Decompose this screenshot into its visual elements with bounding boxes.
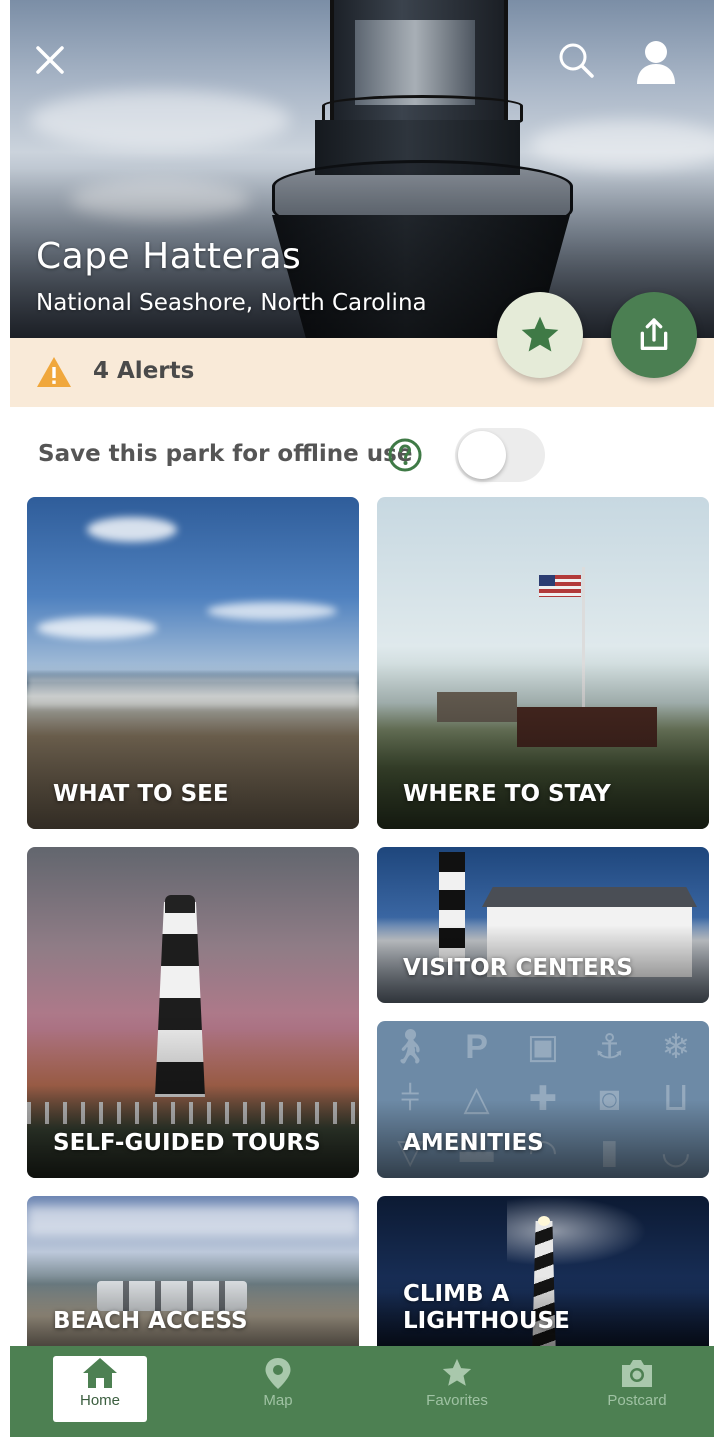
- tile-label: CLIMB A LIGHTHOUSE: [403, 1281, 570, 1336]
- toggle-knob: [458, 431, 506, 479]
- favorite-button[interactable]: [497, 292, 583, 378]
- hiker-icon: 🚶︎: [388, 1028, 432, 1067]
- search-icon[interactable]: [556, 40, 596, 80]
- warning-icon: [37, 357, 71, 387]
- star-icon: [442, 1358, 472, 1386]
- camera-icon: [622, 1360, 652, 1387]
- tile-where-to-stay[interactable]: WHERE TO STAY: [377, 497, 709, 829]
- tile-label-line: CLIMB A: [403, 1280, 510, 1307]
- offline-toggle[interactable]: [455, 428, 545, 482]
- bottom-nav: Home Map Favorites Postcard: [10, 1346, 714, 1437]
- nav-map-label: Map: [263, 1392, 293, 1409]
- share-button[interactable]: [611, 292, 697, 378]
- nav-favorites-label: Favorites: [426, 1392, 488, 1409]
- parking-icon: P: [465, 1027, 488, 1066]
- tile-label: AMENITIES: [403, 1130, 544, 1157]
- snowflake-icon: ❄︎: [661, 1028, 691, 1067]
- home-icon: [83, 1358, 117, 1388]
- tile-visitor-centers[interactable]: VISITOR CENTERS: [377, 847, 709, 1003]
- alerts-bar[interactable]: 4 Alerts: [10, 338, 714, 407]
- tile-label: BEACH ACCESS: [53, 1308, 248, 1335]
- offline-label: Save this park for offline use: [38, 441, 413, 467]
- tile-label: WHERE TO STAY: [403, 781, 611, 808]
- nav-home[interactable]: Home: [53, 1356, 147, 1422]
- nav-home-label: Home: [79, 1392, 120, 1409]
- hero-image: [10, 0, 714, 338]
- nav-postcard-label: Postcard: [607, 1392, 667, 1409]
- park-subtitle: National Seashore, North Carolina: [36, 290, 427, 316]
- tile-beach-access[interactable]: BEACH ACCESS: [27, 1196, 359, 1356]
- nav-map[interactable]: Map: [231, 1356, 325, 1422]
- tile-amenities[interactable]: 🚶︎ P ▣ ⚓︎ ❄︎ ⫩ △ ✚ ◙ ⨿ ▽ ▬ ◠ ▮ ◡ AMENITI…: [377, 1021, 709, 1178]
- anchor-icon: ⚓︎: [594, 1028, 625, 1067]
- alerts-count: 4 Alerts: [93, 358, 195, 384]
- star-icon: [521, 316, 559, 352]
- nav-postcard[interactable]: Postcard: [590, 1356, 684, 1422]
- tile-climb-a-lighthouse[interactable]: CLIMB A LIGHTHOUSE: [377, 1196, 709, 1356]
- tile-label: VISITOR CENTERS: [403, 955, 633, 982]
- tile-what-to-see[interactable]: WHAT TO SEE: [27, 497, 359, 829]
- tile-label: SELF-GUIDED TOURS: [53, 1130, 321, 1157]
- map-pin-icon: [265, 1358, 291, 1389]
- close-icon[interactable]: [30, 40, 70, 80]
- tile-label-line: LIGHTHOUSE: [403, 1308, 570, 1335]
- help-icon[interactable]: [388, 438, 422, 472]
- tile-label: WHAT TO SEE: [53, 781, 229, 808]
- nav-favorites[interactable]: Favorites: [410, 1356, 504, 1422]
- share-icon: [640, 318, 668, 350]
- park-title: Cape Hatteras: [36, 236, 302, 277]
- profile-icon[interactable]: [632, 38, 680, 86]
- tile-self-guided-tours[interactable]: SELF-GUIDED TOURS: [27, 847, 359, 1178]
- bus-icon: ▣: [526, 1028, 560, 1067]
